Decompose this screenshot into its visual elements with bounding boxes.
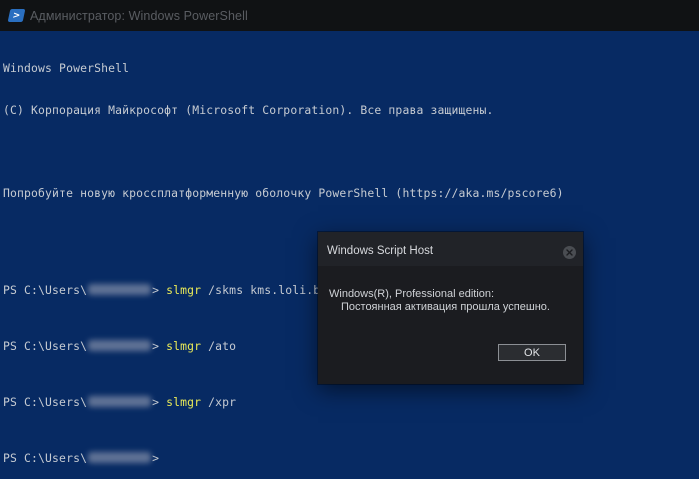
console-copyright-line: (C) Корпорация Майкрософт (Microsoft Cor… bbox=[3, 103, 494, 117]
prompt-suffix: > bbox=[152, 283, 167, 297]
prompt-prefix: PS C:\Users\ bbox=[3, 339, 88, 353]
command-name: slmgr bbox=[166, 283, 202, 297]
command-args: /xpr bbox=[201, 395, 237, 409]
redacted-username bbox=[88, 284, 152, 295]
console-prompt-line: PS C:\Users\ > slmgr /xpr bbox=[3, 395, 699, 409]
close-icon[interactable] bbox=[563, 246, 576, 259]
command-name: slmgr bbox=[166, 395, 202, 409]
script-host-dialog: Windows Script Host Windows(R), Professi… bbox=[318, 232, 583, 384]
console-header-line: Windows PowerShell bbox=[3, 61, 130, 75]
dialog-title: Windows Script Host bbox=[327, 245, 434, 257]
prompt-prefix: PS C:\Users\ bbox=[3, 451, 88, 465]
prompt-prefix: PS C:\Users\ bbox=[3, 283, 88, 297]
prompt-suffix: > bbox=[152, 339, 167, 353]
console-pscore-line: Попробуйте новую кроссплатформенную обол… bbox=[3, 186, 564, 200]
command-args: /ato bbox=[201, 339, 237, 353]
dialog-message-edition: Windows(R), Professional edition: bbox=[329, 288, 495, 300]
dialog-message-status: Постоянная активация прошла успешно. bbox=[341, 301, 550, 313]
ok-button[interactable]: OK bbox=[498, 344, 566, 361]
command-name: slmgr bbox=[166, 339, 202, 353]
dialog-body: Windows(R), Professional edition: Постоя… bbox=[318, 266, 583, 384]
prompt-prefix: PS C:\Users\ bbox=[3, 395, 88, 409]
window-titlebar[interactable]: > Администратор: Windows PowerShell bbox=[0, 0, 699, 31]
redacted-username bbox=[88, 396, 152, 407]
prompt-suffix: > bbox=[152, 451, 167, 465]
prompt-suffix: > bbox=[152, 395, 167, 409]
powershell-icon: > bbox=[7, 9, 26, 22]
redacted-username bbox=[88, 452, 152, 463]
console-prompt-line-current[interactable]: PS C:\Users\ > bbox=[3, 451, 699, 465]
window-title: Администратор: Windows PowerShell bbox=[30, 8, 248, 23]
redacted-username bbox=[88, 340, 152, 351]
